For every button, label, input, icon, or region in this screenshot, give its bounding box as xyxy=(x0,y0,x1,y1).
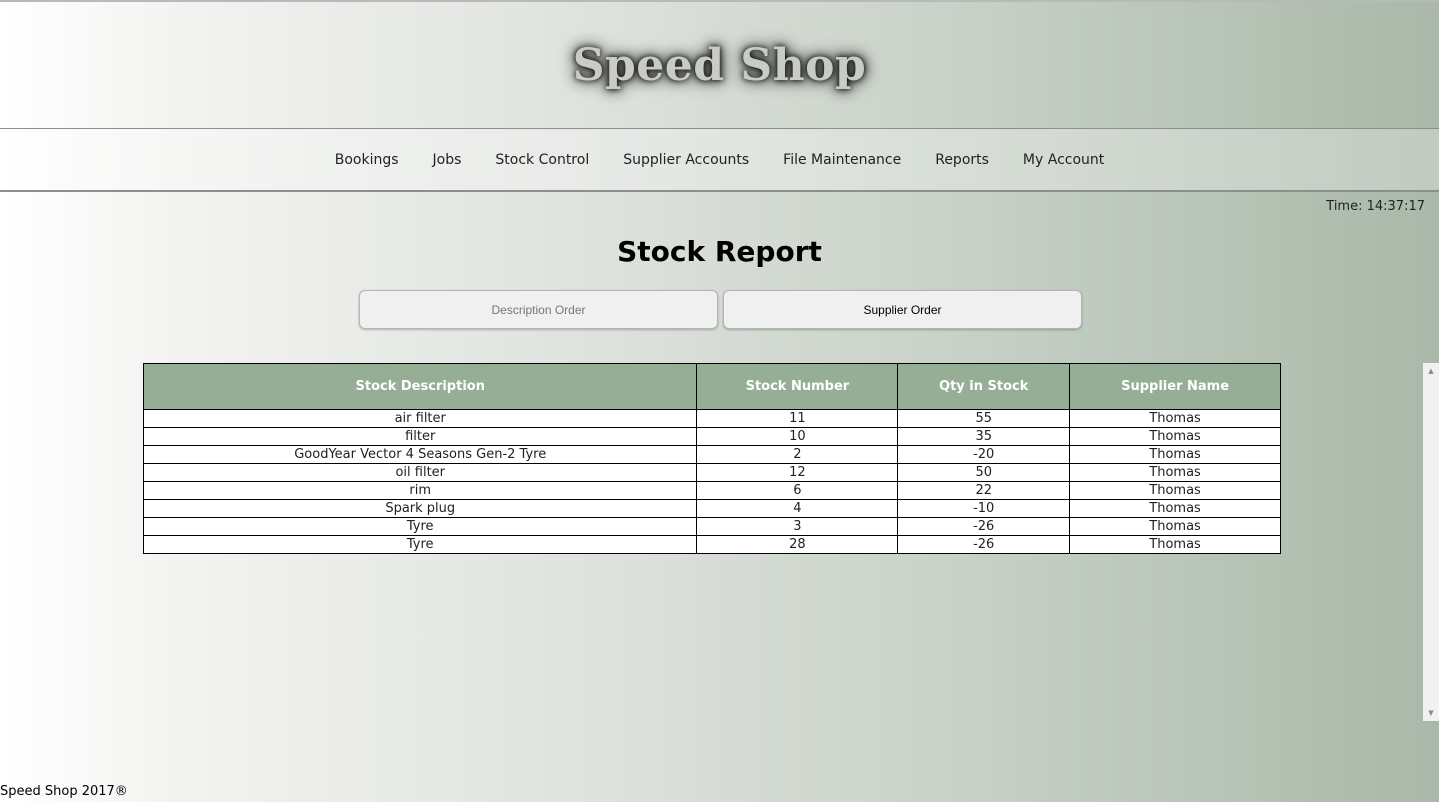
site-header: Speed Shop xyxy=(0,2,1439,128)
supplier-order-button[interactable]: Supplier Order xyxy=(723,290,1082,329)
cell-qty-in-stock: 35 xyxy=(897,427,1071,446)
cell-stock-number: 10 xyxy=(696,427,899,446)
cell-stock-number: 3 xyxy=(696,517,899,536)
cell-stock-description: Tyre xyxy=(142,517,698,536)
cell-supplier-name: Thomas xyxy=(1069,499,1281,518)
table-row: Tyre 3 -26 Thomas xyxy=(142,517,1281,536)
table-row: Tyre 28 -26 Thomas xyxy=(142,535,1281,554)
cell-stock-number: 11 xyxy=(696,409,899,428)
vertical-scrollbar[interactable]: ▲ ▼ xyxy=(1423,363,1439,721)
nav-item-supplier-accounts[interactable]: Supplier Accounts xyxy=(623,152,749,168)
cell-qty-in-stock: -10 xyxy=(897,499,1071,518)
nav-item-stock-control[interactable]: Stock Control xyxy=(495,152,589,168)
cell-stock-description: rim xyxy=(142,481,698,500)
cell-stock-description: air filter xyxy=(142,409,698,428)
nav-item-reports[interactable]: Reports xyxy=(935,152,989,168)
cell-stock-description: GoodYear Vector 4 Seasons Gen-2 Tyre xyxy=(142,445,698,464)
cell-qty-in-stock: -20 xyxy=(897,445,1071,464)
table-row: Spark plug 4 -10 Thomas xyxy=(142,499,1281,518)
cell-qty-in-stock: 22 xyxy=(897,481,1071,500)
cell-stock-description: oil filter xyxy=(142,463,698,482)
cell-stock-description: filter xyxy=(142,427,698,446)
cell-supplier-name: Thomas xyxy=(1069,517,1281,536)
scroll-up-arrow-icon[interactable]: ▲ xyxy=(1423,364,1439,378)
table-row: oil filter 12 50 Thomas xyxy=(142,463,1281,482)
cell-supplier-name: Thomas xyxy=(1069,409,1281,428)
table-header-row: Stock Description Stock Number Qty in St… xyxy=(142,363,1281,410)
cell-supplier-name: Thomas xyxy=(1069,445,1281,464)
description-order-button[interactable]: Description Order xyxy=(359,290,718,329)
nav-item-bookings[interactable]: Bookings xyxy=(335,152,399,168)
stock-table: Stock Description Stock Number Qty in St… xyxy=(142,363,1281,554)
page-title: Stock Report xyxy=(617,235,822,268)
cell-qty-in-stock: -26 xyxy=(897,535,1071,554)
table-row: filter 10 35 Thomas xyxy=(142,427,1281,446)
clock-display: Time: 14:37:17 xyxy=(1326,199,1425,214)
cell-stock-description: Spark plug xyxy=(142,499,698,518)
cell-supplier-name: Thomas xyxy=(1069,535,1281,554)
cell-qty-in-stock: 50 xyxy=(897,463,1071,482)
main-nav: Bookings Jobs Stock Control Supplier Acc… xyxy=(0,128,1439,192)
site-title: Speed Shop xyxy=(572,40,867,91)
cell-qty-in-stock: 55 xyxy=(897,409,1071,428)
cell-stock-number: 12 xyxy=(696,463,899,482)
cell-stock-number: 6 xyxy=(696,481,899,500)
column-header-stock-description: Stock Description xyxy=(142,363,698,410)
cell-stock-number: 4 xyxy=(696,499,899,518)
cell-supplier-name: Thomas xyxy=(1069,481,1281,500)
column-header-supplier-name: Supplier Name xyxy=(1069,363,1281,410)
table-row: GoodYear Vector 4 Seasons Gen-2 Tyre 2 -… xyxy=(142,445,1281,464)
cell-supplier-name: Thomas xyxy=(1069,427,1281,446)
cell-qty-in-stock: -26 xyxy=(897,517,1071,536)
scroll-down-arrow-icon[interactable]: ▼ xyxy=(1423,706,1439,720)
nav-item-my-account[interactable]: My Account xyxy=(1023,152,1104,168)
column-header-qty-in-stock: Qty in Stock xyxy=(897,363,1071,410)
column-header-stock-number: Stock Number xyxy=(696,363,899,410)
cell-stock-number: 2 xyxy=(696,445,899,464)
cell-stock-description: Tyre xyxy=(142,535,698,554)
table-row: rim 6 22 Thomas xyxy=(142,481,1281,500)
nav-item-file-maintenance[interactable]: File Maintenance xyxy=(783,152,901,168)
nav-item-jobs[interactable]: Jobs xyxy=(433,152,462,168)
cell-supplier-name: Thomas xyxy=(1069,463,1281,482)
cell-stock-number: 28 xyxy=(696,535,899,554)
table-row: air filter 11 55 Thomas xyxy=(142,409,1281,428)
footer-copyright: Speed Shop 2017® xyxy=(0,784,128,799)
